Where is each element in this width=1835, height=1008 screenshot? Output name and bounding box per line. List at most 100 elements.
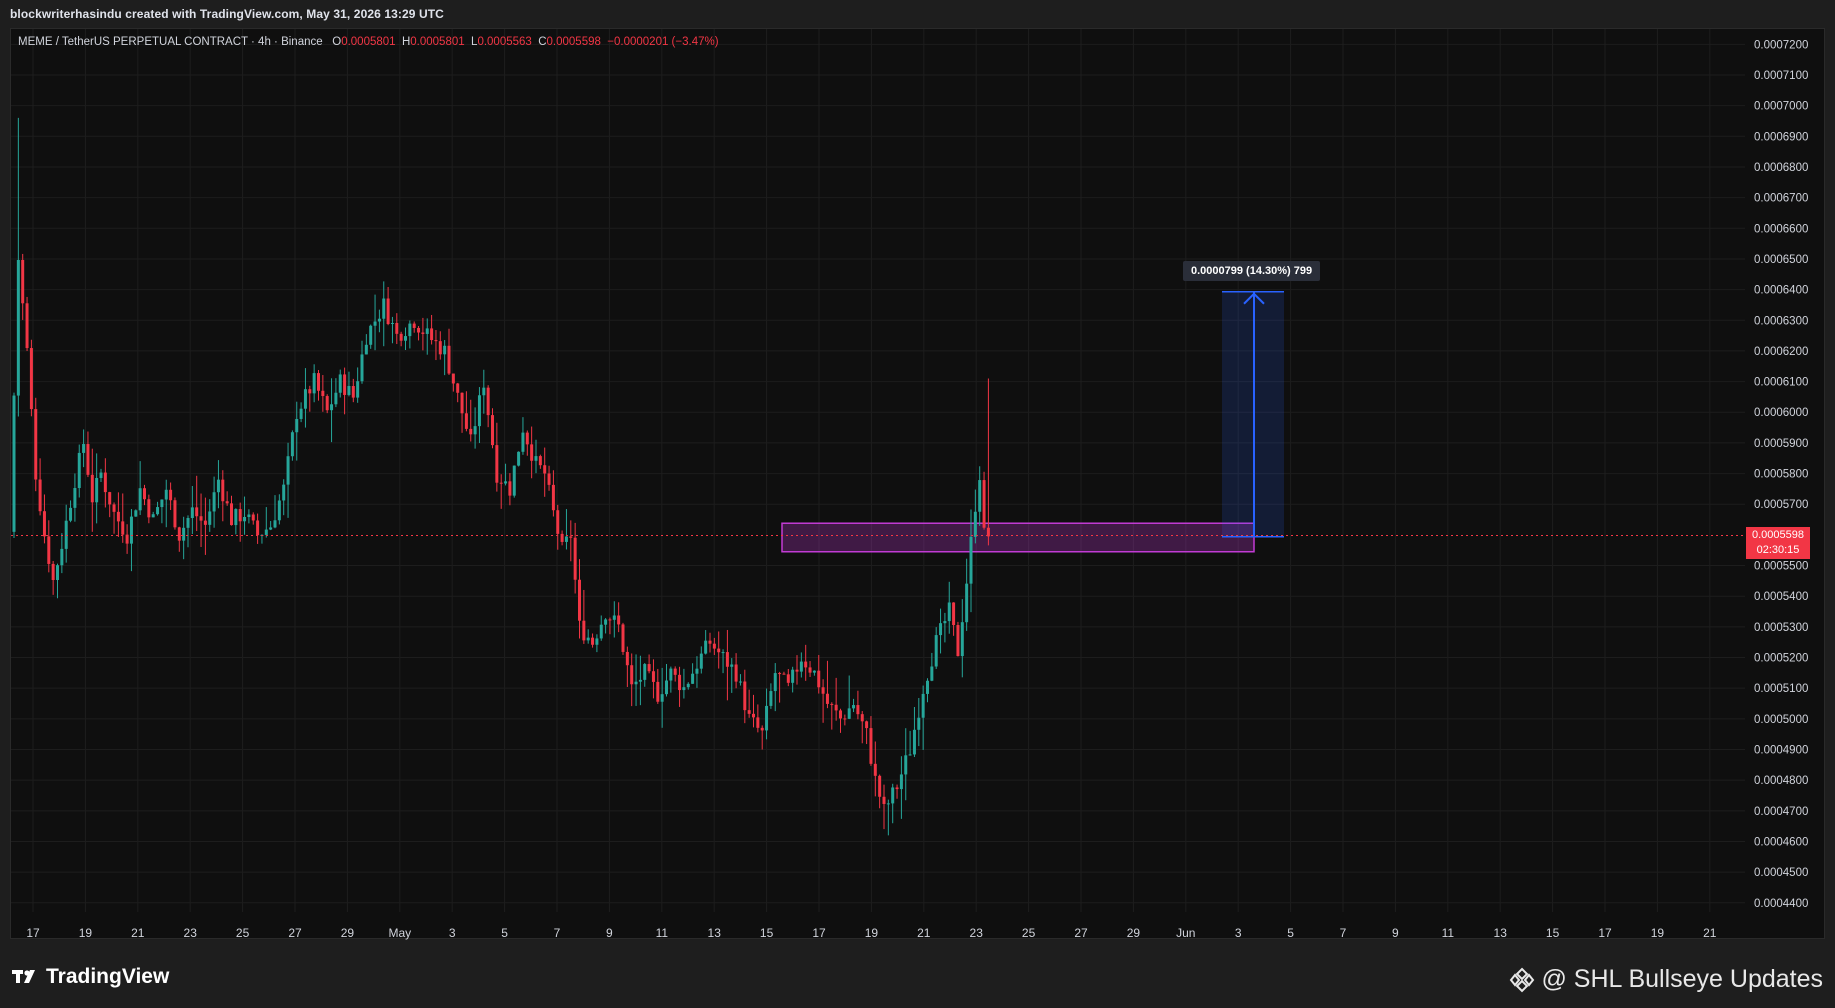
candle-body [665,680,668,695]
candle [621,622,625,655]
candle [373,294,377,351]
candle-body [330,404,334,411]
candle [486,385,490,428]
candle [908,730,912,756]
candle [699,646,703,674]
candle-body [412,323,416,328]
x-tick-label: Jun [1176,926,1195,940]
candle [673,666,677,682]
candle [812,670,816,676]
y-tick-label: 0.0007100 [1754,70,1808,82]
candle-body [151,514,155,518]
candle-body [443,345,447,355]
candle-body [952,602,956,626]
close-value: 0.0005598 [546,36,601,48]
candlestick-chart[interactable]: 0.0007200 0.0007100 0.0007000 0.0006900 0.00… [0,0,1835,1008]
candle-body [129,516,133,544]
candle-body [699,653,703,669]
candle [778,671,782,703]
candle [682,668,686,699]
candle [956,621,960,657]
x-tick-label: 19 [79,926,93,940]
open-value: 0.0005801 [341,36,396,48]
x-tick-label: 25 [1022,926,1036,940]
candle-body [404,336,407,341]
candle [34,397,38,492]
candle [886,799,890,836]
candle-body [769,691,773,706]
candle [190,486,194,534]
candle [230,495,233,526]
candle-body [904,755,908,775]
candle-body [551,484,555,511]
candle-body [269,527,273,530]
candle [221,470,225,522]
candle-body [434,340,438,342]
candle [591,633,595,648]
x-tick-label: 13 [1494,926,1508,940]
candle [417,326,421,341]
candle-body [886,803,890,805]
candle-body [695,668,699,674]
candle [103,458,107,508]
candle-body [373,321,377,326]
candle-body [608,619,612,621]
candle-body [47,536,51,564]
candle [251,512,255,525]
candle-body [578,579,581,621]
x-tick-label: 27 [1074,926,1088,940]
candle-body [134,510,138,517]
x-tick-label: 25 [236,926,250,940]
candle-body [808,667,812,673]
candle-body [156,507,160,515]
candle [534,439,538,474]
x-tick-label: 29 [1127,926,1141,940]
candle-body [169,489,173,501]
candle [895,784,899,799]
candle-body [673,668,677,675]
tradingview-logo[interactable]: TradingView [12,965,169,989]
candle-body [786,674,790,683]
candle-body [839,710,842,719]
candle-body [73,488,77,508]
candle [795,655,799,685]
candle-body [399,333,403,341]
candle-body [651,671,655,682]
candle-body [521,432,525,452]
candle [947,581,951,634]
y-tick-label: 0.0005100 [1754,683,1808,695]
candle-body [212,492,216,512]
candle-body [926,680,929,694]
candle-body [25,303,29,349]
candle-body [438,341,442,355]
candle-body [856,705,860,715]
candle-body [573,537,577,580]
candle [390,316,394,344]
y-tick-label: 0.0007000 [1754,101,1808,113]
candle [712,637,716,656]
y-tick-label: 0.0005000 [1754,714,1808,726]
x-tick-label: 5 [1287,926,1294,940]
measure-label: 0.0000799 (14.30%) 799 [1183,260,1321,281]
candle [347,371,351,397]
candle [760,725,764,750]
candle [521,417,525,455]
candle-body [669,668,673,681]
candle-body [12,395,16,532]
candle-body [95,477,99,503]
symbol-name: MEME / TetherUS PERPETUAL CONTRACT · 4h … [18,36,323,48]
candle [708,632,712,653]
candle [756,704,760,733]
candle [434,330,438,361]
candle-body [225,501,229,504]
candle-body [956,625,960,657]
candle-body [843,718,847,720]
candle [564,509,568,550]
candle-body [334,392,338,405]
candle-body [103,472,107,493]
candle [604,618,608,634]
y-tick-label: 0.0005400 [1754,591,1808,603]
candle-body [177,527,181,541]
candle [752,694,755,728]
candle [321,375,325,412]
